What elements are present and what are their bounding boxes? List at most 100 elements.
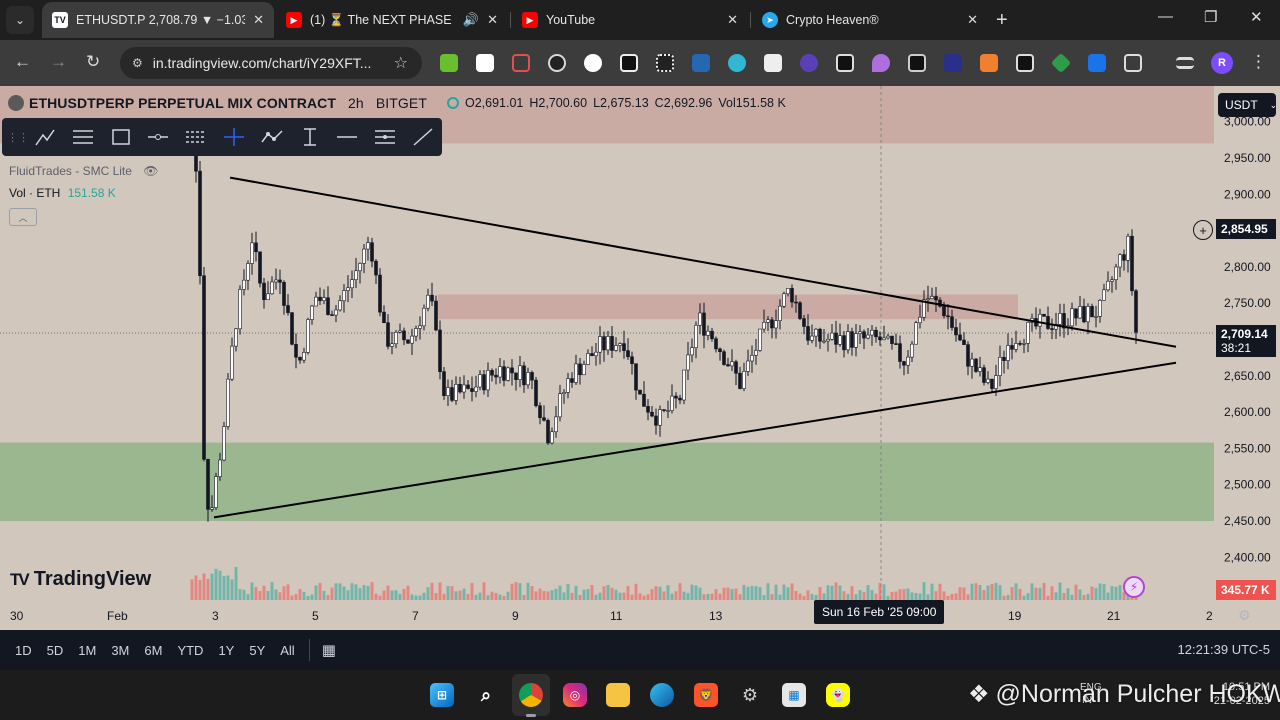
candle-body — [614, 345, 618, 351]
extension-icon[interactable] — [908, 54, 926, 72]
horizontal-line-icon[interactable] — [329, 121, 367, 153]
brush-tool-icon[interactable] — [26, 121, 64, 153]
snapchat-icon[interactable]: 👻 — [826, 683, 850, 707]
calendar-goto-icon[interactable]: ▦ — [322, 641, 336, 659]
fib-retracement-icon[interactable] — [64, 121, 102, 153]
file-explorer-icon[interactable] — [606, 683, 630, 707]
extension-icon[interactable] — [872, 54, 890, 72]
extension-icon[interactable] — [800, 54, 818, 72]
settings-gear-icon[interactable]: ⚙ — [738, 683, 762, 707]
extension-icon[interactable] — [1088, 54, 1106, 72]
candle-body — [670, 395, 674, 411]
volume-legend[interactable]: Vol · ETH 151.58 K — [9, 186, 116, 200]
extension-icon[interactable] — [764, 54, 782, 72]
extension-icon[interactable] — [728, 54, 746, 72]
windows-start-icon[interactable]: ⊞ — [430, 683, 454, 707]
tab-youtube[interactable]: ▶ YouTube ✕ — [512, 2, 748, 38]
pitchfork-icon[interactable] — [366, 121, 404, 153]
profile-avatar[interactable]: R — [1211, 52, 1233, 74]
extension-icon[interactable] — [548, 54, 566, 72]
new-tab-button[interactable]: + — [996, 9, 1008, 32]
extension-icon[interactable] — [476, 54, 494, 72]
forward-icon[interactable]: → — [50, 52, 67, 72]
range-button-3m[interactable]: 3M — [111, 643, 129, 658]
candle-body — [246, 263, 250, 281]
price-range-icon[interactable] — [291, 121, 329, 153]
price-chart[interactable]: 3,000.002,950.002,900.002,850.002,800.00… — [0, 86, 1280, 670]
symbol-name[interactable]: ETHUSDTPERP PERPETUAL MIX CONTRACT — [29, 95, 336, 111]
close-icon[interactable]: ✕ — [967, 12, 978, 28]
drag-handle-icon[interactable]: ⋮⋮ — [7, 121, 29, 153]
extension-icon[interactable] — [836, 54, 854, 72]
search-icon[interactable]: ⌕ — [474, 683, 498, 707]
extension-icon[interactable] — [1016, 54, 1034, 72]
close-icon[interactable]: ✕ — [487, 12, 498, 28]
reload-icon[interactable]: ↻ — [86, 52, 100, 72]
tab-tradingview[interactable]: TV ETHUSDT.P 2,708.79 ▼ −1.03% ✕ — [42, 2, 274, 38]
extension-icon[interactable] — [584, 54, 602, 72]
currency-selector[interactable]: USDT ⌄ — [1218, 93, 1277, 117]
instagram-icon[interactable]: ◎ — [563, 683, 587, 707]
tradingview-chart-area[interactable]: 3,000.002,950.002,900.002,850.002,800.00… — [0, 86, 1280, 670]
close-window-button[interactable]: ✕ — [1250, 8, 1263, 26]
chart-settings-gear-icon[interactable]: ⚙ — [1238, 607, 1251, 624]
range-button-5d[interactable]: 5D — [47, 643, 64, 658]
chrome-icon[interactable] — [519, 683, 543, 707]
path-tool-icon[interactable] — [253, 121, 291, 153]
range-button-6m[interactable]: 6M — [144, 643, 162, 658]
tab-search-button[interactable]: ⌄ — [6, 6, 34, 34]
candle-body — [734, 361, 738, 374]
extension-icon[interactable] — [656, 54, 674, 72]
rectangle-tool-icon[interactable] — [102, 121, 140, 153]
extension-icon[interactable] — [512, 54, 530, 72]
eye-icon[interactable]: 👁 — [143, 164, 158, 178]
time-axis[interactable]: 30 Feb 3 5 7 9 11 13 19 21 2 — [0, 604, 1280, 630]
range-button-1m[interactable]: 1M — [78, 643, 96, 658]
extension-icon[interactable] — [620, 54, 638, 72]
close-icon[interactable]: ✕ — [253, 12, 264, 28]
address-bar[interactable]: ⚙ in.tradingview.com/chart/iY29XFT... ☆ — [120, 47, 422, 79]
site-info-icon[interactable]: ⚙ — [132, 56, 143, 70]
media-controls-icon[interactable] — [1176, 57, 1194, 69]
add-alert-crosshair-icon[interactable]: + — [1193, 220, 1213, 240]
microsoft-store-icon[interactable]: ▦ — [782, 683, 806, 707]
range-button-5y[interactable]: 5Y — [249, 643, 265, 658]
lightning-icon[interactable]: ⚡ — [1123, 576, 1145, 598]
range-button-ytd[interactable]: YTD — [177, 643, 203, 658]
tab-youtube-video[interactable]: ▶ (1) ⏳ The NEXT PHASE OF 🔊 ✕ — [276, 2, 508, 38]
extensions-puzzle-icon[interactable] — [1124, 54, 1142, 72]
extension-icon[interactable] — [692, 54, 710, 72]
candle-body — [958, 334, 962, 341]
edge-icon[interactable] — [650, 683, 674, 707]
tab-crypto-heaven[interactable]: ➤ Crypto Heaven® ✕ — [752, 2, 988, 38]
kebab-menu-icon[interactable]: ⋮ — [1250, 52, 1267, 72]
extension-icon[interactable] — [980, 54, 998, 72]
speaker-icon[interactable]: 🔊 — [463, 12, 479, 28]
extension-icon[interactable] — [1050, 52, 1072, 74]
range-button-all[interactable]: All — [280, 643, 294, 658]
tradingview-logo[interactable]: TV TradingView — [10, 568, 151, 591]
candle-body — [766, 319, 770, 323]
indicator-legend[interactable]: FluidTrades - SMC Lite 👁 — [9, 164, 159, 178]
parallel-channel-icon[interactable] — [177, 121, 215, 153]
collapse-legend-button[interactable]: ︿ — [9, 208, 37, 226]
restore-button[interactable]: ❐ — [1204, 8, 1217, 26]
extension-icon[interactable] — [944, 54, 962, 72]
close-icon[interactable]: ✕ — [727, 12, 738, 28]
range-button-1d[interactable]: 1D — [15, 643, 32, 658]
candle-body — [574, 363, 578, 383]
volume-bar — [498, 594, 502, 600]
minimize-button[interactable]: — — [1158, 8, 1173, 25]
trend-line-icon[interactable] — [404, 121, 442, 153]
extension-icon[interactable] — [440, 54, 458, 72]
timezone-clock[interactable]: 12:21:39 UTC-5 — [1178, 642, 1271, 657]
volume-bar — [234, 567, 238, 600]
bookmark-star-icon[interactable]: ☆ — [394, 53, 408, 73]
crosshair-tool-icon[interactable] — [215, 121, 253, 153]
interval-label[interactable]: 2h — [348, 95, 364, 111]
range-button-1y[interactable]: 1Y — [218, 643, 234, 658]
volume-bar — [734, 588, 738, 600]
brave-icon[interactable]: 🦁 — [694, 683, 718, 707]
horizontal-ray-icon[interactable] — [139, 121, 177, 153]
back-icon[interactable]: ← — [14, 52, 31, 72]
